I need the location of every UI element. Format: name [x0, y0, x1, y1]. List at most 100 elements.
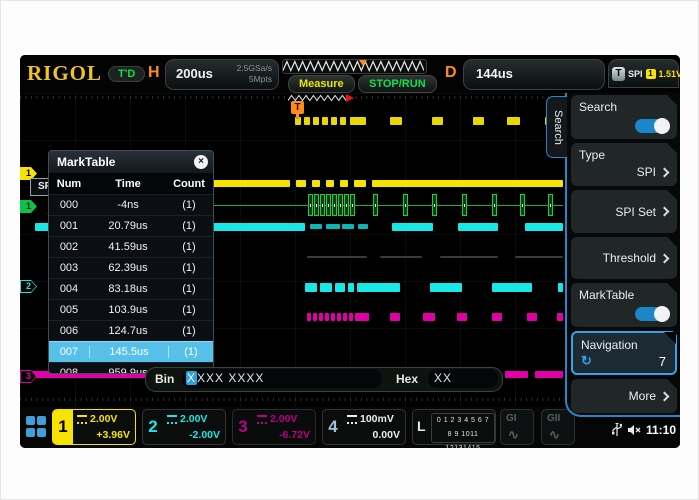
marktable-cell: 007 — [49, 346, 89, 358]
menu-item-type[interactable]: Type SPI — [571, 143, 677, 186]
marktable-row[interactable]: 007145.5us(1) — [49, 341, 213, 362]
channel4-box[interactable]: 4 100mV 0.00V — [322, 409, 406, 445]
trigger-group[interactable]: T SPI 1 1.51V N — [608, 59, 679, 88]
menu-item-marktable[interactable]: MarkTable — [571, 283, 677, 327]
burst-center-mark — [494, 204, 495, 207]
marktable-row[interactable]: 00241.59us(1) — [49, 236, 213, 257]
screenshot-page: RIGOL T'D H 200us 2.5GSa/s5Mpts Measure … — [0, 0, 699, 500]
ch3-block-row — [457, 313, 467, 321]
ch3-block-row — [337, 313, 341, 321]
generator2-button[interactable]: GII ∿ — [541, 409, 575, 445]
delay-value: 144us — [476, 66, 513, 81]
ch3-block-row — [423, 313, 435, 321]
marktable-title: MarkTable — [57, 155, 115, 169]
ch3-block-row — [325, 313, 329, 321]
timebase-value: 200us — [176, 66, 213, 81]
search-toggle[interactable] — [635, 119, 669, 133]
trigger-status-badge: T'D — [108, 66, 145, 82]
chevron-right-icon — [660, 391, 670, 401]
marktable-cell: 000 — [49, 199, 89, 211]
delay-marker-icon — [346, 94, 354, 102]
burst-center-mark — [405, 204, 406, 207]
menu-item-more[interactable]: More — [571, 379, 677, 413]
menu-item-search[interactable]: Search — [571, 95, 677, 139]
horizontal-h-label: H — [148, 64, 160, 82]
marktable-cell: 41.59us — [89, 241, 167, 253]
burst-center-mark — [522, 204, 523, 207]
close-icon[interactable]: × — [194, 155, 208, 169]
green-bus-line — [213, 205, 563, 206]
green-clock-burst — [338, 194, 343, 216]
menu-grid-button[interactable] — [26, 416, 48, 438]
ch1-burst-row — [507, 117, 520, 125]
green-clock-burst — [326, 194, 331, 216]
menu-item-threshold[interactable]: Threshold — [571, 237, 677, 279]
marktable-row[interactable]: 006124.7us(1) — [49, 320, 213, 341]
burst-center-mark — [340, 204, 341, 207]
ch2-band-fuzz — [342, 224, 354, 229]
marktable-toggle[interactable] — [635, 307, 669, 321]
ch1-burst-row — [350, 117, 366, 125]
green-clock-burst — [520, 194, 525, 216]
chevron-right-icon — [660, 207, 670, 217]
ch3-block-row — [331, 313, 335, 321]
usb-icon — [612, 423, 622, 437]
measure-button[interactable]: Measure — [288, 75, 355, 93]
timebase-box[interactable]: 200us 2.5GSa/s5Mpts — [165, 59, 279, 90]
marktable-col-count: Count — [167, 178, 211, 190]
dim-activity-row — [380, 256, 422, 258]
ch2-block-row — [320, 283, 332, 292]
ch3-bottom-band — [505, 371, 528, 378]
green-clock-burst — [320, 194, 325, 216]
hex-label: Hex — [396, 372, 418, 386]
marktable-row[interactable]: 00483.18us(1) — [49, 278, 213, 299]
marktable-titlebar[interactable]: MarkTable × — [49, 151, 213, 174]
burst-center-mark — [316, 204, 317, 207]
channel2-number: 2 — [143, 410, 163, 444]
marktable-row[interactable]: 00362.39us(1) — [49, 257, 213, 278]
stop-run-button[interactable]: STOP/RUN — [358, 75, 437, 93]
search-menu-tab[interactable]: Search — [546, 96, 567, 158]
trigger-position-marker-icon — [359, 60, 367, 66]
channel3-scale: 2.00V — [270, 413, 297, 425]
marktable-cell: (1) — [167, 241, 211, 253]
ch2-block-row — [492, 283, 532, 292]
marktable-row[interactable]: 00120.79us(1) — [49, 215, 213, 236]
green-clock-burst — [314, 194, 319, 216]
delay-box[interactable]: 144us — [463, 59, 605, 90]
marktable-cell: 008 — [49, 367, 89, 374]
channel4-scale: 100mV — [360, 413, 394, 425]
marktable-cell: (1) — [167, 262, 211, 274]
marktable-row[interactable]: 000-4ns(1) — [49, 194, 213, 215]
generator1-button[interactable]: GI ∿ — [500, 409, 534, 445]
marktable-row[interactable]: 005103.9us(1) — [49, 299, 213, 320]
ch2-band — [525, 223, 563, 231]
logic-channels-box[interactable]: L 0 1 2 3 4 5 6 78 9 1011 12131415 — [412, 409, 496, 445]
marktable-cell: (1) — [167, 283, 211, 295]
ch2-band — [212, 223, 305, 231]
marktable-cell: (1) — [167, 220, 211, 232]
ch2-block-row — [558, 283, 563, 292]
rigol-logo: RIGOL — [27, 61, 102, 86]
channel2-tag[interactable]: 2 — [20, 280, 37, 293]
ch2-band — [392, 223, 433, 231]
bin-label: Bin — [155, 372, 174, 386]
hex-value: XX — [428, 369, 498, 388]
green-clock-burst — [308, 194, 313, 216]
ch1-burst-row — [340, 117, 346, 125]
horizontal-position-overview[interactable] — [282, 59, 427, 74]
ch2-block-row — [335, 283, 345, 292]
marktable-header: Num Time Count — [49, 174, 213, 194]
channel3-box[interactable]: 3 2.00V -6.72V — [232, 409, 316, 445]
ch1-burst-row — [473, 117, 484, 125]
navigation-rotate-icon: ↻ — [581, 353, 592, 369]
burst-center-mark — [346, 204, 347, 207]
menu-item-navigation[interactable]: Navigation ↻ 7 — [571, 331, 677, 375]
marktable-cell: 006 — [49, 325, 89, 337]
channel1-box[interactable]: 1 2.00V +3.96V — [52, 409, 136, 445]
channel2-box[interactable]: 2 2.00V -2.00V — [142, 409, 226, 445]
menu-item-spi-set[interactable]: SPI Set — [571, 190, 677, 233]
green-channel-tag[interactable]: 1 — [20, 200, 37, 213]
trigger-time-flag[interactable]: T — [291, 101, 304, 114]
ch2-band — [458, 223, 498, 231]
